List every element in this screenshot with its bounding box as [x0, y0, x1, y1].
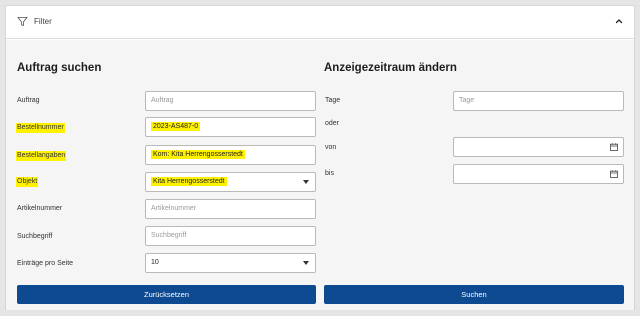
auftrag-input[interactable]: Auftrag [145, 91, 316, 111]
eintraege-select[interactable]: 10 [145, 253, 316, 273]
bestellangaben-label: Bestellangaben [16, 151, 67, 161]
filter-panel: Filter Auftrag suchen Auftrag Auftrag Be… [5, 5, 635, 310]
bis-date-input[interactable] [453, 164, 624, 184]
eintraege-label: Einträge pro Seite [17, 260, 74, 267]
von-label: von [325, 144, 337, 151]
filter-label: Filter [34, 17, 52, 26]
filter-icon [17, 16, 28, 27]
period-section-title: Anzeigezeitraum ändern [324, 62, 457, 74]
search-section-title: Auftrag suchen [17, 62, 102, 74]
tage-label: Tage [325, 97, 341, 104]
oder-label: oder [325, 120, 340, 127]
filter-header[interactable]: Filter [6, 6, 634, 39]
bestellnummer-input[interactable]: 2023-AS487-0 [145, 117, 316, 137]
calendar-icon[interactable] [610, 143, 618, 151]
von-date-input[interactable] [453, 137, 624, 157]
objekt-select[interactable]: Kita Herrengosserstedt [145, 172, 316, 192]
suchbegriff-input[interactable]: Suchbegriff [145, 226, 316, 246]
objekt-label: Objekt [16, 177, 39, 187]
chevron-up-icon[interactable] [614, 16, 624, 26]
caret-down-icon [303, 261, 309, 265]
bis-label: bis [325, 170, 334, 177]
tage-input[interactable]: Tage [453, 91, 624, 111]
artikelnummer-label: Artikelnummer [17, 205, 63, 212]
bestellangaben-input[interactable]: Kom: Kita Herrengosserstedt [145, 145, 316, 165]
search-button[interactable]: Suchen [324, 285, 624, 304]
artikelnummer-input[interactable]: Artikelnummer [145, 199, 316, 219]
reset-button[interactable]: Zurücksetzen [17, 285, 316, 304]
filter-content: Auftrag suchen Auftrag Auftrag Bestellnu… [6, 40, 634, 310]
calendar-icon[interactable] [610, 170, 618, 178]
caret-down-icon [303, 180, 309, 184]
auftrag-label: Auftrag [17, 97, 40, 104]
bestellnummer-label: Bestellnummer [16, 123, 65, 133]
suchbegriff-label: Suchbegriff [17, 233, 53, 240]
